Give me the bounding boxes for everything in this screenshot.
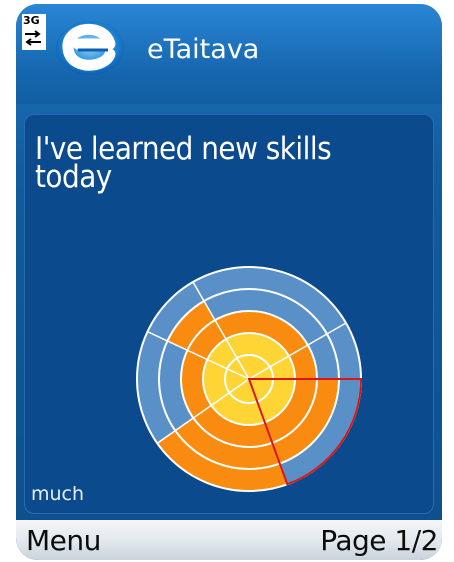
menu-softkey[interactable]: Menu bbox=[26, 524, 101, 557]
question-text: I've learned new skills today bbox=[35, 131, 332, 195]
network-type-label: 3G bbox=[23, 14, 40, 27]
rating-chart[interactable] bbox=[130, 260, 370, 500]
phone-screen: 3G eTaitava I've learned new skills toda… bbox=[16, 4, 442, 560]
scale-min-label: much bbox=[31, 483, 85, 505]
app-title: eTaitava bbox=[147, 34, 260, 65]
rating-chart-svg[interactable] bbox=[130, 260, 370, 500]
softkey-bar: Menu Page 1/2 bbox=[16, 520, 442, 560]
etaitava-e-logo-icon bbox=[56, 21, 124, 75]
data-transfer-icon bbox=[25, 30, 41, 46]
page-indicator-softkey[interactable]: Page 1/2 bbox=[320, 524, 438, 557]
title-bar: 3G eTaitava bbox=[16, 4, 442, 104]
question-panel: I've learned new skills today much bbox=[24, 114, 434, 514]
network-status-indicator: 3G bbox=[22, 14, 46, 50]
